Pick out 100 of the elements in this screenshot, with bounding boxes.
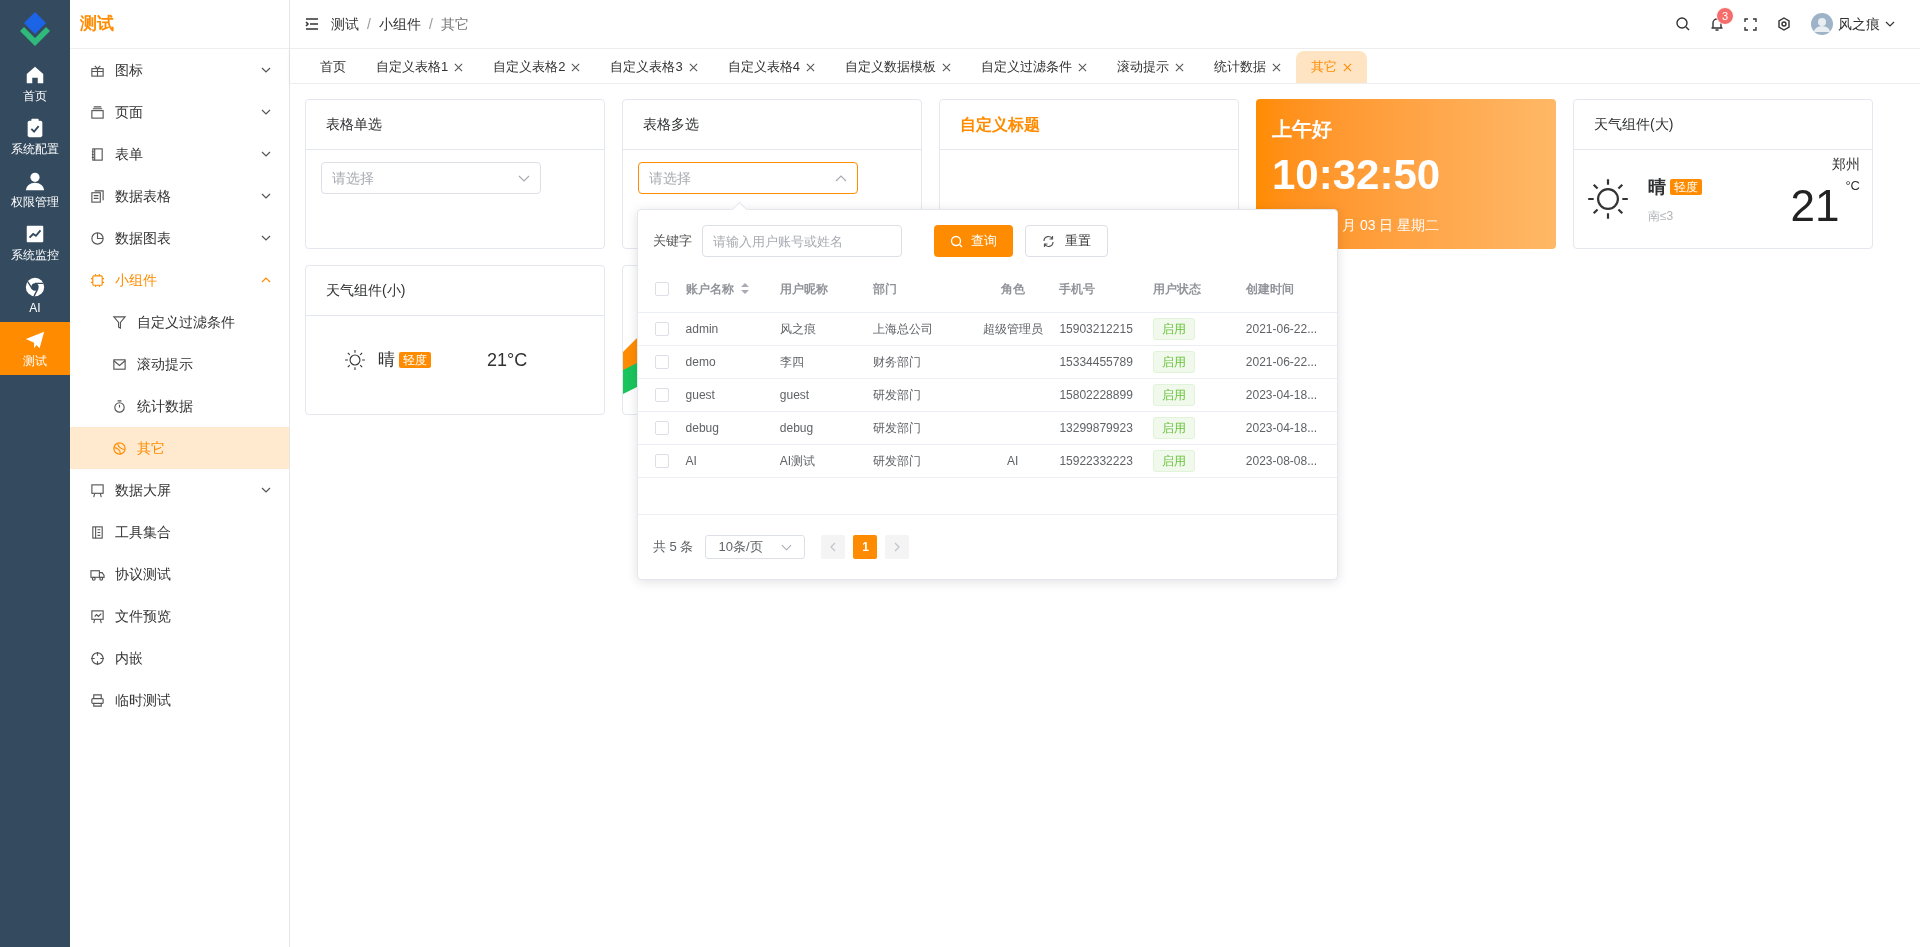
chevron-icon <box>518 174 530 182</box>
chevron-icon <box>261 192 271 200</box>
card-title: 天气组件(大) <box>1594 115 1674 134</box>
tab[interactable]: 自定义表格4 <box>712 51 830 83</box>
checkbox[interactable] <box>654 322 669 336</box>
checkbox[interactable] <box>654 454 669 468</box>
total-count: 共 5 条 <box>653 538 694 557</box>
reset-button[interactable]: 重置 <box>1025 225 1108 257</box>
tab[interactable]: 统计数据 <box>1198 51 1296 83</box>
table-cell-text: 2023-04-18... <box>1245 420 1318 437</box>
weather-condition: 晴 <box>1648 175 1666 199</box>
table-cell-text: 研发部门 <box>873 387 921 404</box>
rail-item[interactable]: 权限管理 <box>0 163 70 216</box>
temperature: 21 <box>1790 184 1840 228</box>
table-cell-text: 15334455789 <box>1059 354 1133 371</box>
table-cell-text: AI <box>685 453 697 470</box>
fullscreen-icon[interactable] <box>1744 17 1757 31</box>
close-icon[interactable] <box>688 62 698 72</box>
keyword-input[interactable]: 请输入用户账号或姓名 <box>702 225 902 257</box>
keyword-label: 关键字 <box>653 232 692 251</box>
rail-item[interactable]: 首页 <box>0 57 70 110</box>
close-icon[interactable] <box>454 62 464 72</box>
card-title: 天气组件(小) <box>326 281 406 300</box>
close-icon[interactable] <box>1174 62 1184 72</box>
breadcrumb-item: 其它 <box>440 14 469 34</box>
close-icon[interactable] <box>1077 62 1087 72</box>
user-name[interactable]: 风之痕 <box>1838 13 1880 35</box>
notification-badge: 3 <box>1716 6 1735 25</box>
menu-item[interactable]: 自定义过滤条件 <box>70 301 289 343</box>
close-icon[interactable] <box>1271 62 1281 72</box>
tab[interactable]: 自定义表格1 <box>361 51 479 83</box>
menu-item[interactable]: 内嵌 <box>70 637 289 679</box>
status-tag: 启用 <box>1152 417 1195 439</box>
caret-icon[interactable] <box>1885 21 1895 27</box>
clock-date: 月 03 日 星期二 <box>1341 216 1440 235</box>
breadcrumb-item[interactable]: 测试 <box>331 13 359 35</box>
menu-item[interactable]: 文件预览 <box>70 595 289 637</box>
table-cell-text: 2021-06-22... <box>1245 354 1318 371</box>
checkbox[interactable] <box>654 421 669 435</box>
chevron-left-icon <box>830 542 837 552</box>
tab[interactable]: 自定义过滤条件 <box>965 51 1102 83</box>
tray-icon <box>90 104 105 120</box>
status-tag: 启用 <box>1152 351 1195 373</box>
tab[interactable]: 滚动提示 <box>1101 51 1199 83</box>
menu-item[interactable]: 统计数据 <box>70 385 289 427</box>
search-icon[interactable] <box>1676 17 1690 31</box>
menu-item[interactable]: 表单 <box>70 133 289 175</box>
menu-item[interactable]: 协议测试 <box>70 553 289 595</box>
presentation-icon <box>90 608 105 624</box>
weather-condition: 晴 <box>378 349 395 372</box>
checkbox[interactable] <box>654 355 669 369</box>
rail-item[interactable]: 系统监控 <box>0 216 70 269</box>
pie-chart-icon <box>90 230 105 246</box>
close-icon[interactable] <box>941 62 951 72</box>
menu-item[interactable]: 临时测试 <box>70 679 289 721</box>
refresh-icon <box>1042 234 1055 248</box>
table-cell-text: guest <box>779 387 810 404</box>
close-icon[interactable] <box>805 62 815 72</box>
table-cell-text: 15903212215 <box>1059 321 1133 338</box>
air-quality-tag: 轻度 <box>1670 179 1702 195</box>
checkbox[interactable] <box>654 281 669 296</box>
tab[interactable]: 自定义表格2 <box>478 51 596 83</box>
bell-icon[interactable] <box>1710 16 1724 32</box>
chevron-icon <box>261 234 271 242</box>
menu-item[interactable]: 数据大屏 <box>70 469 289 511</box>
column-header: 用户昵称 <box>779 280 828 298</box>
column-header: 部门 <box>873 280 897 298</box>
column-header: 手机号 <box>1059 280 1096 298</box>
table-cell-text: 财务部门 <box>873 354 921 371</box>
greeting-text: 上午好 <box>1272 117 1333 142</box>
menu-item[interactable]: 数据图表 <box>70 217 289 259</box>
table-cell-text: 研发部门 <box>873 420 921 437</box>
menu-icon[interactable] <box>305 18 319 30</box>
menu-item[interactable]: 图标 <box>70 49 289 91</box>
table-cell-text: 风之痕 <box>779 321 816 338</box>
rail-item[interactable]: 系统配置 <box>0 110 70 163</box>
table-cell-text: AI测试 <box>779 453 816 470</box>
tab[interactable]: 自定义表格3 <box>595 51 713 83</box>
close-icon[interactable] <box>571 62 581 72</box>
menu-item[interactable]: 滚动提示 <box>70 343 289 385</box>
column-header: 用户状态 <box>1152 280 1201 298</box>
page-size-select[interactable]: 10条/页 <box>705 535 806 559</box>
chevron-icon <box>261 150 271 158</box>
checkbox[interactable] <box>654 388 669 402</box>
card-title: 表格多选 <box>643 115 699 134</box>
menu-item[interactable]: 工具集合 <box>70 511 289 553</box>
table-cell-text: 上海总公司 <box>873 321 933 338</box>
breadcrumb-item[interactable]: 小组件 <box>378 13 421 35</box>
menu-title: 测试 <box>80 13 114 36</box>
ball-icon <box>112 440 127 456</box>
status-tag: 启用 <box>1152 384 1195 406</box>
menu-item[interactable]: 页面 <box>70 91 289 133</box>
notebook-icon <box>90 146 105 162</box>
table-cell-text: debug <box>685 420 719 437</box>
tab[interactable]: 自定义数据模板 <box>829 51 966 83</box>
menu-item[interactable]: 数据表格 <box>70 175 289 217</box>
tab[interactable]: 首页 <box>305 51 361 83</box>
rail-item[interactable]: AI <box>0 269 70 322</box>
table-cell-text: admin <box>685 321 719 338</box>
settings-icon[interactable] <box>1777 17 1791 31</box>
